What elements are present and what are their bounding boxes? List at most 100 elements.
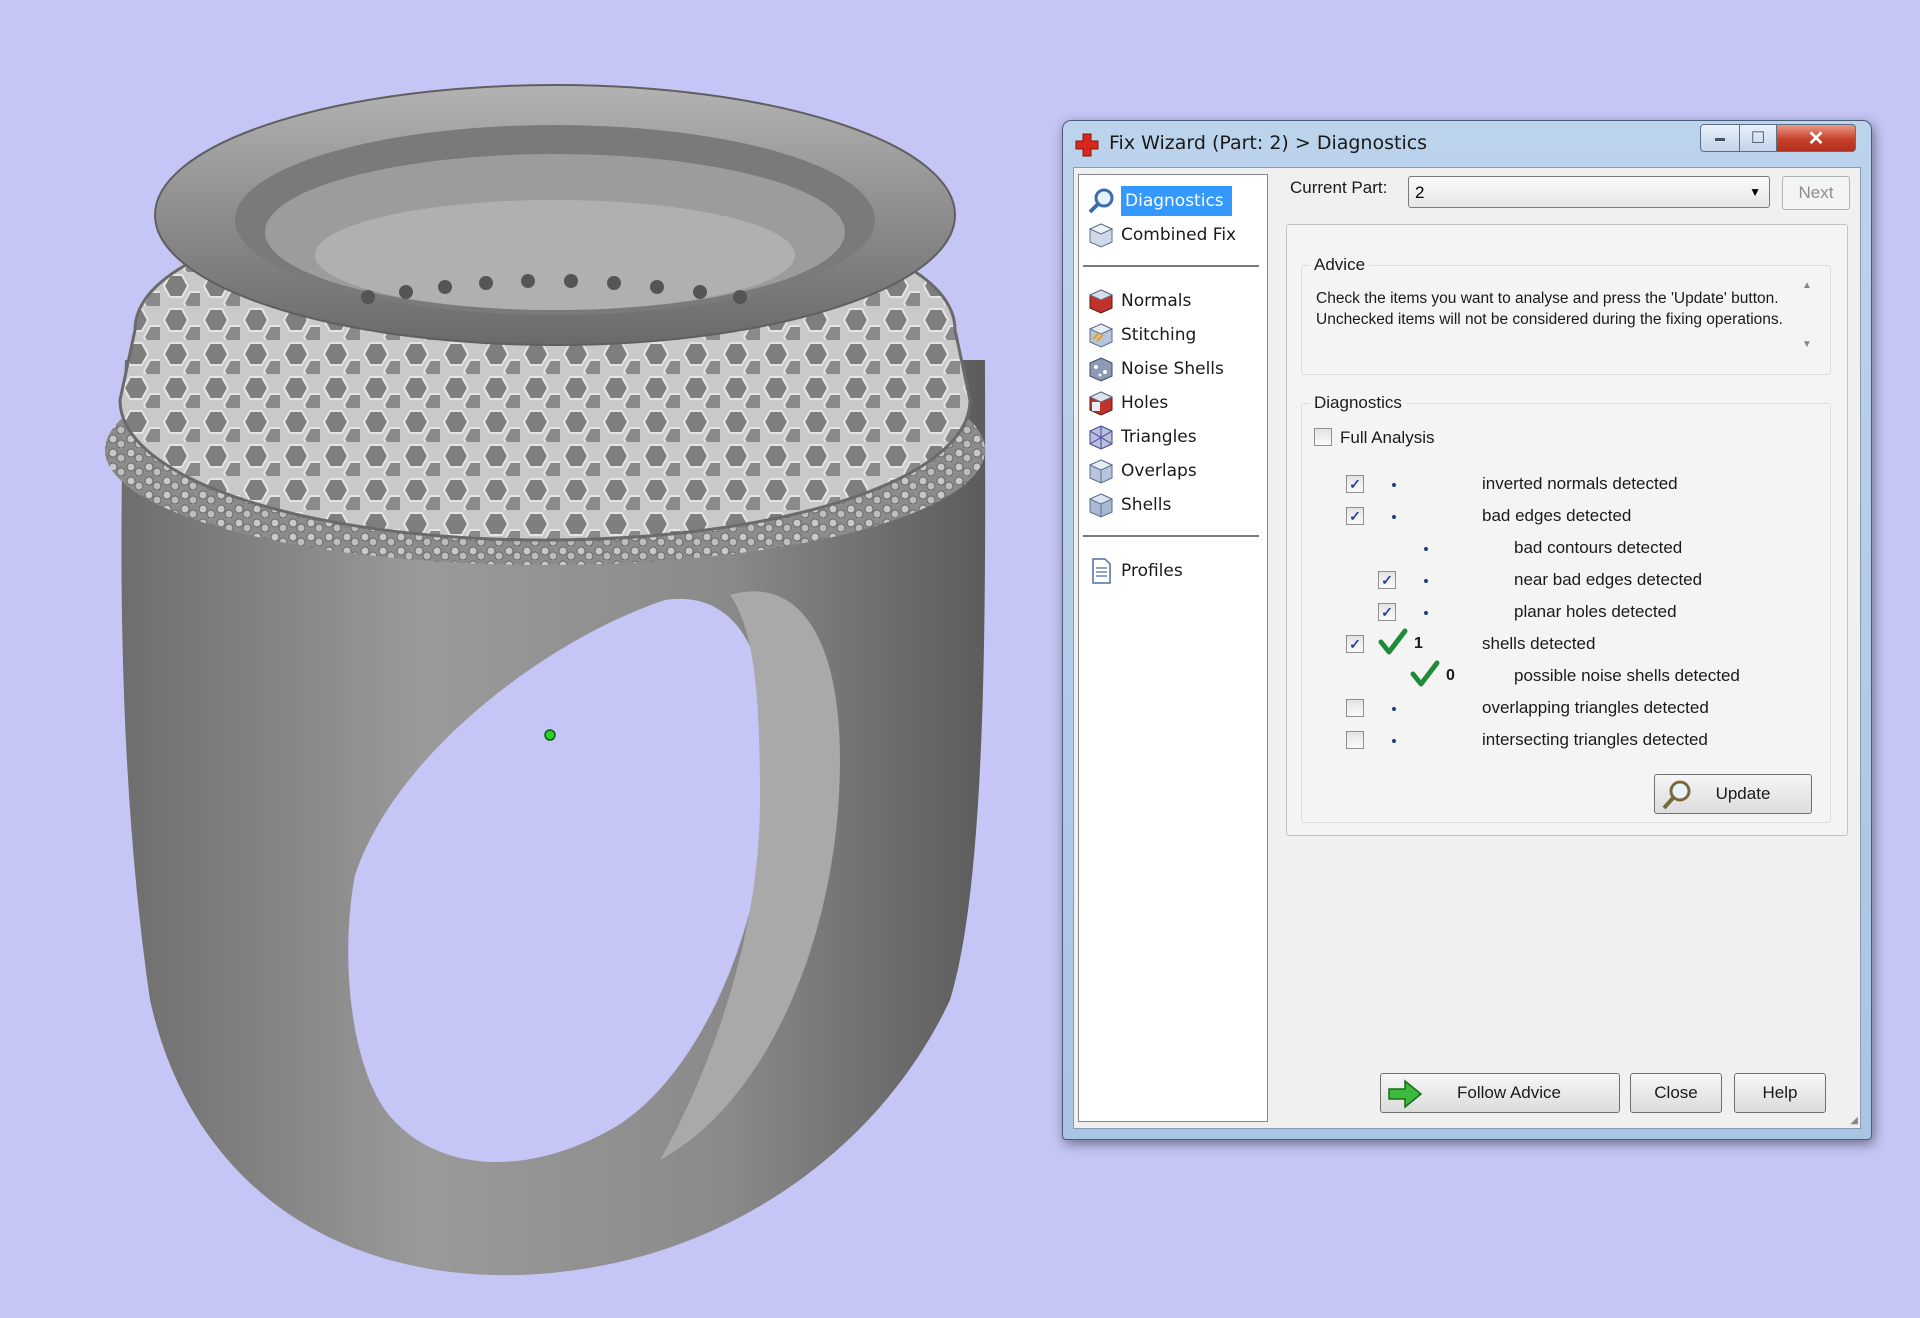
nav-item-diagnostics[interactable]: Diagnostics (1087, 185, 1232, 217)
full-analysis-label: Full Analysis (1340, 428, 1435, 447)
triangle-cube-icon (1089, 425, 1113, 450)
bad-edges-label: bad edges detected (1482, 506, 1632, 525)
noise-cube-icon (1089, 357, 1113, 382)
nav-item-profiles[interactable]: Profiles (1087, 555, 1183, 587)
inverted-normals-label: inverted normals detected (1482, 474, 1678, 493)
bad-edges-checkbox[interactable]: ✓ (1346, 507, 1364, 525)
overlapping-triangles-checkbox[interactable] (1346, 699, 1364, 717)
cube-icon (1088, 223, 1114, 248)
next-label: Next (1798, 183, 1834, 202)
follow-advice-label: Follow Advice (1457, 1083, 1561, 1102)
resize-grip-icon[interactable]: ◢ (1850, 1115, 1858, 1126)
close-label: Close (1654, 1083, 1698, 1102)
magnifier-icon (1662, 780, 1691, 810)
nav-item-label: Overlaps (1121, 461, 1197, 481)
nav-item-label: Shells (1121, 495, 1172, 515)
bad-contours-label: bad contours detected (1514, 538, 1683, 557)
nav-item-label: Holes (1121, 393, 1169, 413)
green-arrow-icon (1388, 1079, 1423, 1109)
nav-item-holes[interactable]: Holes (1087, 387, 1168, 419)
next-button[interactable]: Next (1782, 176, 1850, 210)
overlapping-triangles-label: overlapping triangles detected (1482, 698, 1709, 717)
intersecting-triangles-label: intersecting triangles detected (1482, 730, 1708, 749)
help-label: Help (1762, 1083, 1798, 1102)
maximize-icon: ☐ (1750, 130, 1766, 147)
nav-item-label: Stitching (1121, 325, 1197, 345)
planar-holes-label: planar holes detected (1514, 602, 1677, 621)
close-button[interactable]: Close (1630, 1073, 1722, 1113)
shells-label: shells detected (1482, 634, 1596, 653)
status-dot (1424, 611, 1428, 615)
nav-divider (1083, 535, 1259, 537)
nav-item-overlaps[interactable]: Overlaps (1087, 455, 1197, 487)
minimize-button[interactable]: ▬ (1700, 124, 1740, 152)
maximize-button[interactable]: ☐ (1739, 124, 1777, 152)
wizard-nav: Diagnostics Combined Fix Normals Stitchi… (1078, 174, 1268, 1122)
nav-item-noise-shells[interactable]: Noise Shells (1087, 353, 1224, 385)
red-cube-icon (1088, 289, 1114, 314)
nav-item-label: Normals (1121, 291, 1192, 311)
green-check-icon (1378, 628, 1408, 655)
noise-shells-count: 0 (1446, 667, 1455, 684)
3d-viewport[interactable] (0, 0, 1060, 1318)
nav-item-stitching[interactable]: Stitching (1087, 319, 1196, 351)
status-dot (1392, 739, 1396, 743)
close-window-button[interactable]: ✕ (1776, 124, 1856, 152)
follow-advice-button[interactable]: Follow Advice (1380, 1073, 1620, 1113)
nav-item-label: Profiles (1121, 561, 1183, 581)
status-dot (1424, 547, 1428, 551)
ring-model[interactable] (0, 0, 1060, 1318)
scroll-up-icon[interactable]: ▲ (1802, 280, 1812, 291)
status-dot (1424, 579, 1428, 583)
diagnostics-group: Diagnostics Full Analysis ✓ inverted nor… (1301, 393, 1831, 823)
update-label: Update (1715, 784, 1771, 803)
green-check-icon (1410, 660, 1440, 687)
status-dot (1392, 483, 1396, 487)
diagnostics-panel: Advice Check the items you want to analy… (1286, 224, 1848, 836)
nav-item-label: Combined Fix (1121, 225, 1237, 245)
current-part-value: 2 (1415, 183, 1425, 202)
pivot-point (544, 729, 556, 741)
fix-wizard-window: Fix Wizard (Part: 2) > Diagnostics ▬ ☐ ✕… (1062, 120, 1872, 1140)
nav-item-label: Diagnostics (1121, 186, 1232, 216)
noise-shells-label: possible noise shells detected (1514, 666, 1740, 685)
advice-group: Advice Check the items you want to analy… (1301, 255, 1831, 375)
near-bad-edges-label: near bad edges detected (1514, 570, 1703, 589)
shells-count: 1 (1414, 635, 1423, 652)
chevron-down-icon: ▼ (1749, 185, 1761, 199)
current-part-label: Current Part: (1290, 178, 1388, 197)
advice-text: Check the items you want to analyse and … (1316, 290, 1783, 328)
diagnostics-title: Diagnostics (1310, 393, 1406, 413)
full-analysis-checkbox[interactable] (1314, 428, 1332, 446)
advice-scrollbar[interactable]: ▲ ▼ (1798, 280, 1816, 350)
intersecting-triangles-checkbox[interactable] (1346, 731, 1364, 749)
shells-checkbox[interactable]: ✓ (1346, 635, 1364, 653)
shell-cube-icon (1088, 493, 1114, 518)
close-icon: ✕ (1807, 127, 1825, 150)
minimize-icon: ▬ (1715, 132, 1725, 144)
update-button[interactable]: Update (1654, 774, 1812, 814)
status-dot (1392, 515, 1396, 519)
nav-item-shells[interactable]: Shells (1087, 489, 1171, 521)
nav-item-combined-fix[interactable]: Combined Fix (1087, 219, 1236, 251)
nav-item-normals[interactable]: Normals (1087, 285, 1191, 317)
current-part-dropdown[interactable]: 2 ▼ (1408, 176, 1770, 208)
nav-divider (1083, 265, 1259, 267)
magnifier-icon (1088, 188, 1114, 214)
scroll-down-icon[interactable]: ▼ (1802, 339, 1812, 350)
help-button[interactable]: Help (1734, 1073, 1826, 1113)
title-bar[interactable]: Fix Wizard (Part: 2) > Diagnostics ▬ ☐ ✕ (1063, 121, 1871, 167)
window-title: Fix Wizard (Part: 2) > Diagnostics (1109, 132, 1428, 154)
advice-title: Advice (1310, 255, 1370, 275)
red-cross-icon (1075, 133, 1099, 157)
stitch-cube-icon (1088, 323, 1114, 348)
status-dot (1392, 707, 1396, 711)
nav-item-triangles[interactable]: Triangles (1087, 421, 1197, 453)
inverted-normals-checkbox[interactable]: ✓ (1346, 475, 1364, 493)
near-bad-edges-checkbox[interactable]: ✓ (1378, 571, 1396, 589)
hole-cube-icon (1088, 391, 1114, 416)
nav-item-label: Triangles (1121, 427, 1197, 447)
planar-holes-checkbox[interactable]: ✓ (1378, 603, 1396, 621)
wizard-body: Diagnostics Combined Fix Normals Stitchi… (1073, 167, 1861, 1129)
overlap-cube-icon (1088, 459, 1114, 484)
